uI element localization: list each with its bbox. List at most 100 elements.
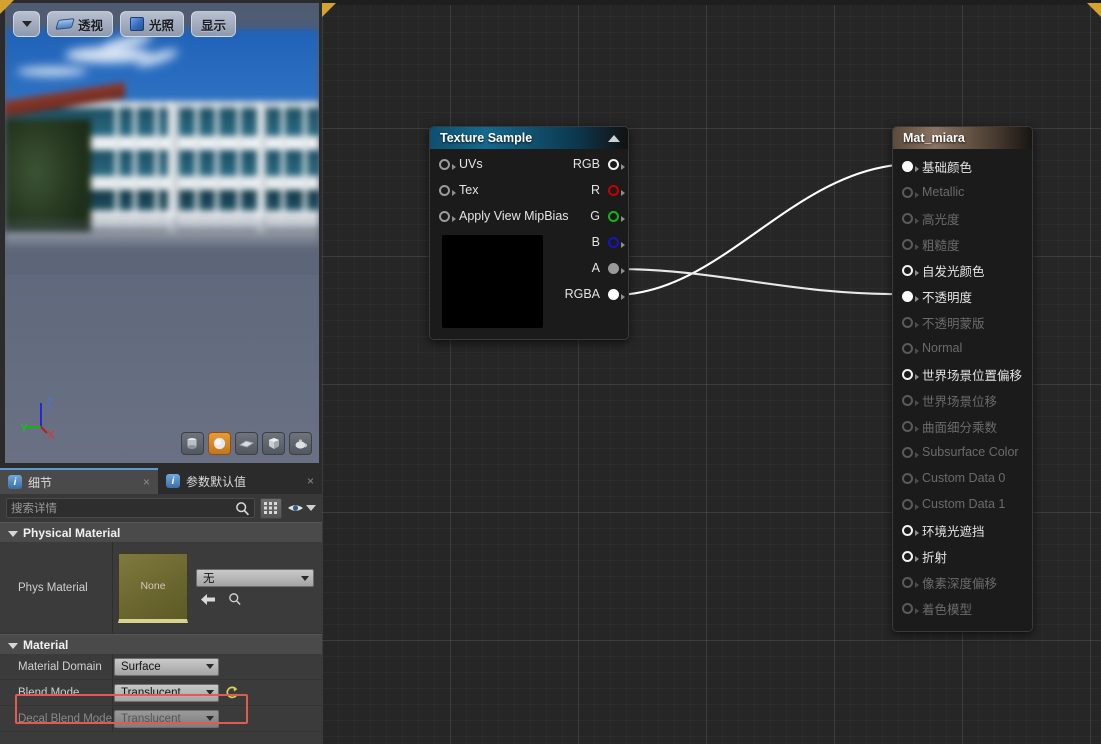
pin-pixel-depth-offset-connector[interactable] — [902, 576, 919, 588]
tab-parameter-defaults-close-icon[interactable]: × — [307, 474, 314, 488]
pin-opacity-mask-connector[interactable] — [902, 316, 919, 328]
pin-shading-model-connector[interactable] — [902, 602, 919, 614]
pin-roughness-connector[interactable] — [902, 238, 919, 250]
pin-metallic-connector[interactable] — [902, 186, 919, 198]
viewport-show-button[interactable]: 显示 — [191, 11, 237, 37]
pin-r[interactable]: R — [582, 177, 628, 203]
pin-ambient-occlusion[interactable]: 环境光遮挡 — [893, 517, 1032, 543]
chevron-down-icon — [301, 575, 309, 581]
pin-tessellation-multiplier[interactable]: 曲面细分乘数 — [893, 413, 1032, 439]
node-texture-sample-header[interactable]: Texture Sample — [430, 127, 628, 149]
details-visibility-button[interactable] — [287, 502, 316, 514]
row-blend-mode-label: Blend Mode — [18, 686, 80, 699]
pin-tessellation-multiplier-connector[interactable] — [902, 420, 919, 432]
pin-emissive-color[interactable]: 自发光颜色 — [893, 257, 1032, 283]
pin-custom-data-0[interactable]: Custom Data 0 — [893, 465, 1032, 491]
pin-opacity-connector[interactable] — [902, 290, 919, 302]
tab-details-close-icon[interactable]: × — [143, 475, 150, 489]
pin-a[interactable]: A — [583, 255, 628, 281]
pin-specular-connector[interactable] — [902, 212, 919, 224]
pin-opacity-mask[interactable]: 不透明蒙版 — [893, 309, 1032, 335]
tab-parameter-defaults[interactable]: i 参数默认值 × — [158, 468, 322, 494]
phys-material-combo[interactable]: 无 — [196, 569, 314, 587]
pin-normal-connector[interactable] — [902, 342, 919, 354]
pin-uvs[interactable]: UVs — [430, 151, 492, 177]
pin-shading-model[interactable]: 着色模型 — [893, 595, 1032, 621]
pin-rgb-connector[interactable] — [608, 158, 625, 170]
pin-r-connector[interactable] — [608, 184, 625, 196]
pin-b[interactable]: B — [583, 229, 628, 255]
pin-rgba-connector[interactable] — [608, 288, 625, 300]
pin-refraction[interactable]: 折射 — [893, 543, 1032, 569]
category-material[interactable]: Material — [0, 634, 322, 654]
pin-subsurface-color[interactable]: Subsurface Color — [893, 439, 1032, 465]
material-graph-canvas[interactable]: Texture Sample UVs Tex Apply View MipBia… — [322, 0, 1101, 744]
pin-pixel-depth-offset[interactable]: 像素深度偏移 — [893, 569, 1032, 595]
phys-material-thumbnail[interactable]: None — [118, 552, 188, 623]
details-panel: i 细节 × i 参数默认值 × 搜索详情 Physical Material … — [0, 468, 322, 744]
pin-metallic[interactable]: Metallic — [893, 179, 1032, 205]
pin-refraction-connector[interactable] — [902, 550, 919, 562]
pin-ambient-occlusion-connector[interactable] — [902, 524, 919, 536]
pin-apply-view-mipbias[interactable]: Apply View MipBias — [430, 203, 578, 229]
pin-normal-label: Normal — [922, 341, 963, 355]
pin-subsurface-color-connector[interactable] — [902, 446, 919, 458]
pin-custom-data-0-connector[interactable] — [902, 472, 919, 484]
tab-details[interactable]: i 细节 × — [0, 468, 158, 494]
back-arrow-icon[interactable] — [200, 593, 216, 606]
viewport-options-button[interactable] — [13, 11, 40, 37]
pin-b-connector[interactable] — [608, 236, 625, 248]
pin-custom-data-1-connector[interactable] — [902, 498, 919, 510]
details-grid-view-button[interactable] — [260, 497, 282, 519]
viewport-perspective-button[interactable]: 透视 — [47, 11, 114, 37]
search-input[interactable]: 搜索详情 — [6, 498, 255, 518]
pin-world-displacement[interactable]: 世界场景位移 — [893, 387, 1032, 413]
pin-ambient-occlusion-label: 环境光遮挡 — [922, 524, 985, 539]
pin-world-position-offset-connector[interactable] — [902, 368, 919, 380]
category-physical-material[interactable]: Physical Material — [0, 522, 322, 542]
material-preview-viewport[interactable]: 透视 光照 显示 Z Y X — [5, 3, 319, 463]
pin-opacity[interactable]: 不透明度 — [893, 283, 1032, 309]
pin-custom-data-1[interactable]: Custom Data 1 — [893, 491, 1032, 517]
material-domain-combo[interactable]: Surface — [114, 657, 219, 676]
viewport-lighting-button[interactable]: 光照 — [120, 11, 185, 37]
pin-emissive-color-connector[interactable] — [902, 264, 919, 276]
node-texture-preview-thumbnail[interactable] — [442, 235, 543, 328]
preview-shape-teapot-button[interactable] — [289, 432, 312, 455]
preview-shape-cube-button[interactable] — [262, 432, 285, 455]
pin-specular[interactable]: 高光度 — [893, 205, 1032, 231]
pin-world-displacement-connector[interactable] — [902, 394, 919, 406]
browse-search-icon[interactable] — [228, 592, 242, 606]
node-mat-miara[interactable]: Mat_miara 基础颜色 Metallic 高光度 粗糙度 自发光颜色 不透… — [892, 126, 1033, 632]
pin-custom-data-0-label: Custom Data 0 — [922, 471, 1006, 485]
pin-tex[interactable]: Tex — [430, 177, 487, 203]
pin-rgb[interactable]: RGB — [564, 151, 628, 177]
pin-emissive-color-label: 自发光颜色 — [922, 264, 985, 279]
pin-base-color[interactable]: 基础颜色 — [893, 153, 1032, 179]
blend-mode-combo[interactable]: Translucent — [114, 683, 219, 702]
chevron-up-icon[interactable] — [608, 134, 620, 142]
pin-base-color-connector[interactable] — [902, 160, 919, 172]
pin-uvs-connector[interactable] — [439, 158, 456, 170]
pin-tex-connector[interactable] — [439, 184, 456, 196]
preview-shape-sphere-button[interactable] — [208, 432, 231, 455]
decal-blend-mode-combo[interactable]: Translucent — [114, 709, 219, 728]
preview-shape-plane-button[interactable] — [235, 432, 258, 455]
pin-g-connector[interactable] — [608, 210, 625, 222]
pin-world-position-offset[interactable]: 世界场景位置偏移 — [893, 361, 1032, 387]
details-tab-bar: i 细节 × i 参数默认值 × — [0, 468, 322, 494]
cube-icon — [269, 438, 279, 449]
pin-apply-view-mipbias-connector[interactable] — [439, 210, 456, 222]
pin-rgba[interactable]: RGBA — [556, 281, 628, 307]
pin-a-connector[interactable] — [608, 262, 625, 274]
plane-icon — [239, 440, 254, 448]
pin-g[interactable]: G — [581, 203, 628, 229]
material-editor-window: 透视 光照 显示 Z Y X i 细节 × i 参数默认值 × 搜索详情 Phy… — [0, 0, 1101, 744]
perspective-icon — [55, 18, 75, 30]
revert-arrow-icon[interactable] — [225, 685, 240, 700]
preview-shape-cylinder-button[interactable] — [181, 432, 204, 455]
node-mat-miara-header[interactable]: Mat_miara — [893, 127, 1032, 149]
pin-normal[interactable]: Normal — [893, 335, 1032, 361]
pin-roughness[interactable]: 粗糙度 — [893, 231, 1032, 257]
node-texture-sample[interactable]: Texture Sample UVs Tex Apply View MipBia… — [429, 126, 629, 340]
